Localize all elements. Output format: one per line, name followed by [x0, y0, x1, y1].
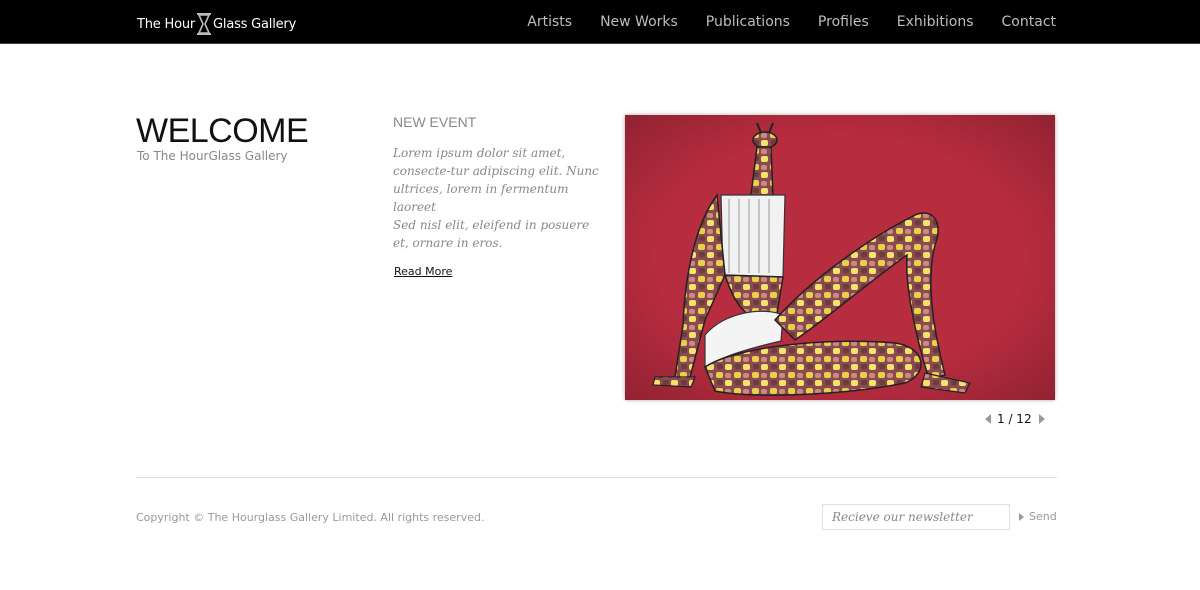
nav-exhibitions[interactable]: Exhibitions [897, 14, 974, 30]
send-arrow-icon [1019, 512, 1024, 521]
newsletter-send-button[interactable]: Send [1019, 510, 1057, 523]
next-slide-arrow-icon[interactable] [1038, 414, 1045, 424]
event-heading: NEW EVENT [393, 114, 477, 130]
top-navigation-bar: The Hour Glass Gallery Artists New Works… [0, 0, 1200, 44]
slideshow-pager: 1 / 12 [985, 411, 1045, 427]
featured-artwork-image[interactable] [625, 115, 1055, 400]
event-paragraph-2: Sed nisl elit, eleifend in posuere et, o… [393, 218, 590, 250]
nav-artists[interactable]: Artists [527, 14, 572, 30]
site-logo[interactable]: The Hour Glass Gallery [137, 12, 296, 36]
read-more-link[interactable]: Read More [394, 265, 452, 278]
welcome-heading: WELCOME [136, 112, 309, 150]
artwork-painting [625, 115, 1055, 400]
main-nav: Artists New Works Publications Profiles … [499, 0, 1056, 44]
copyright-text: Copyright © The Hourglass Gallery Limite… [136, 511, 485, 524]
nav-publications[interactable]: Publications [706, 14, 790, 30]
previous-slide-arrow-icon[interactable] [985, 414, 991, 424]
slide-counter: 1 / 12 [997, 412, 1032, 426]
nav-new-works[interactable]: New Works [600, 14, 678, 30]
logo-text-right: Glass Gallery [213, 16, 297, 32]
event-paragraph-1: Lorem ipsum dolor sit amet, consecte-tur… [393, 146, 599, 214]
send-label: Send [1029, 510, 1057, 523]
logo-text-left: The Hour [137, 16, 196, 32]
nav-profiles[interactable]: Profiles [818, 14, 869, 30]
newsletter-email-input[interactable] [822, 504, 1010, 530]
footer-divider [136, 477, 1057, 478]
nav-contact[interactable]: Contact [1002, 14, 1056, 30]
welcome-subtitle: To The HourGlass Gallery [137, 149, 288, 163]
hourglass-icon [197, 13, 212, 35]
